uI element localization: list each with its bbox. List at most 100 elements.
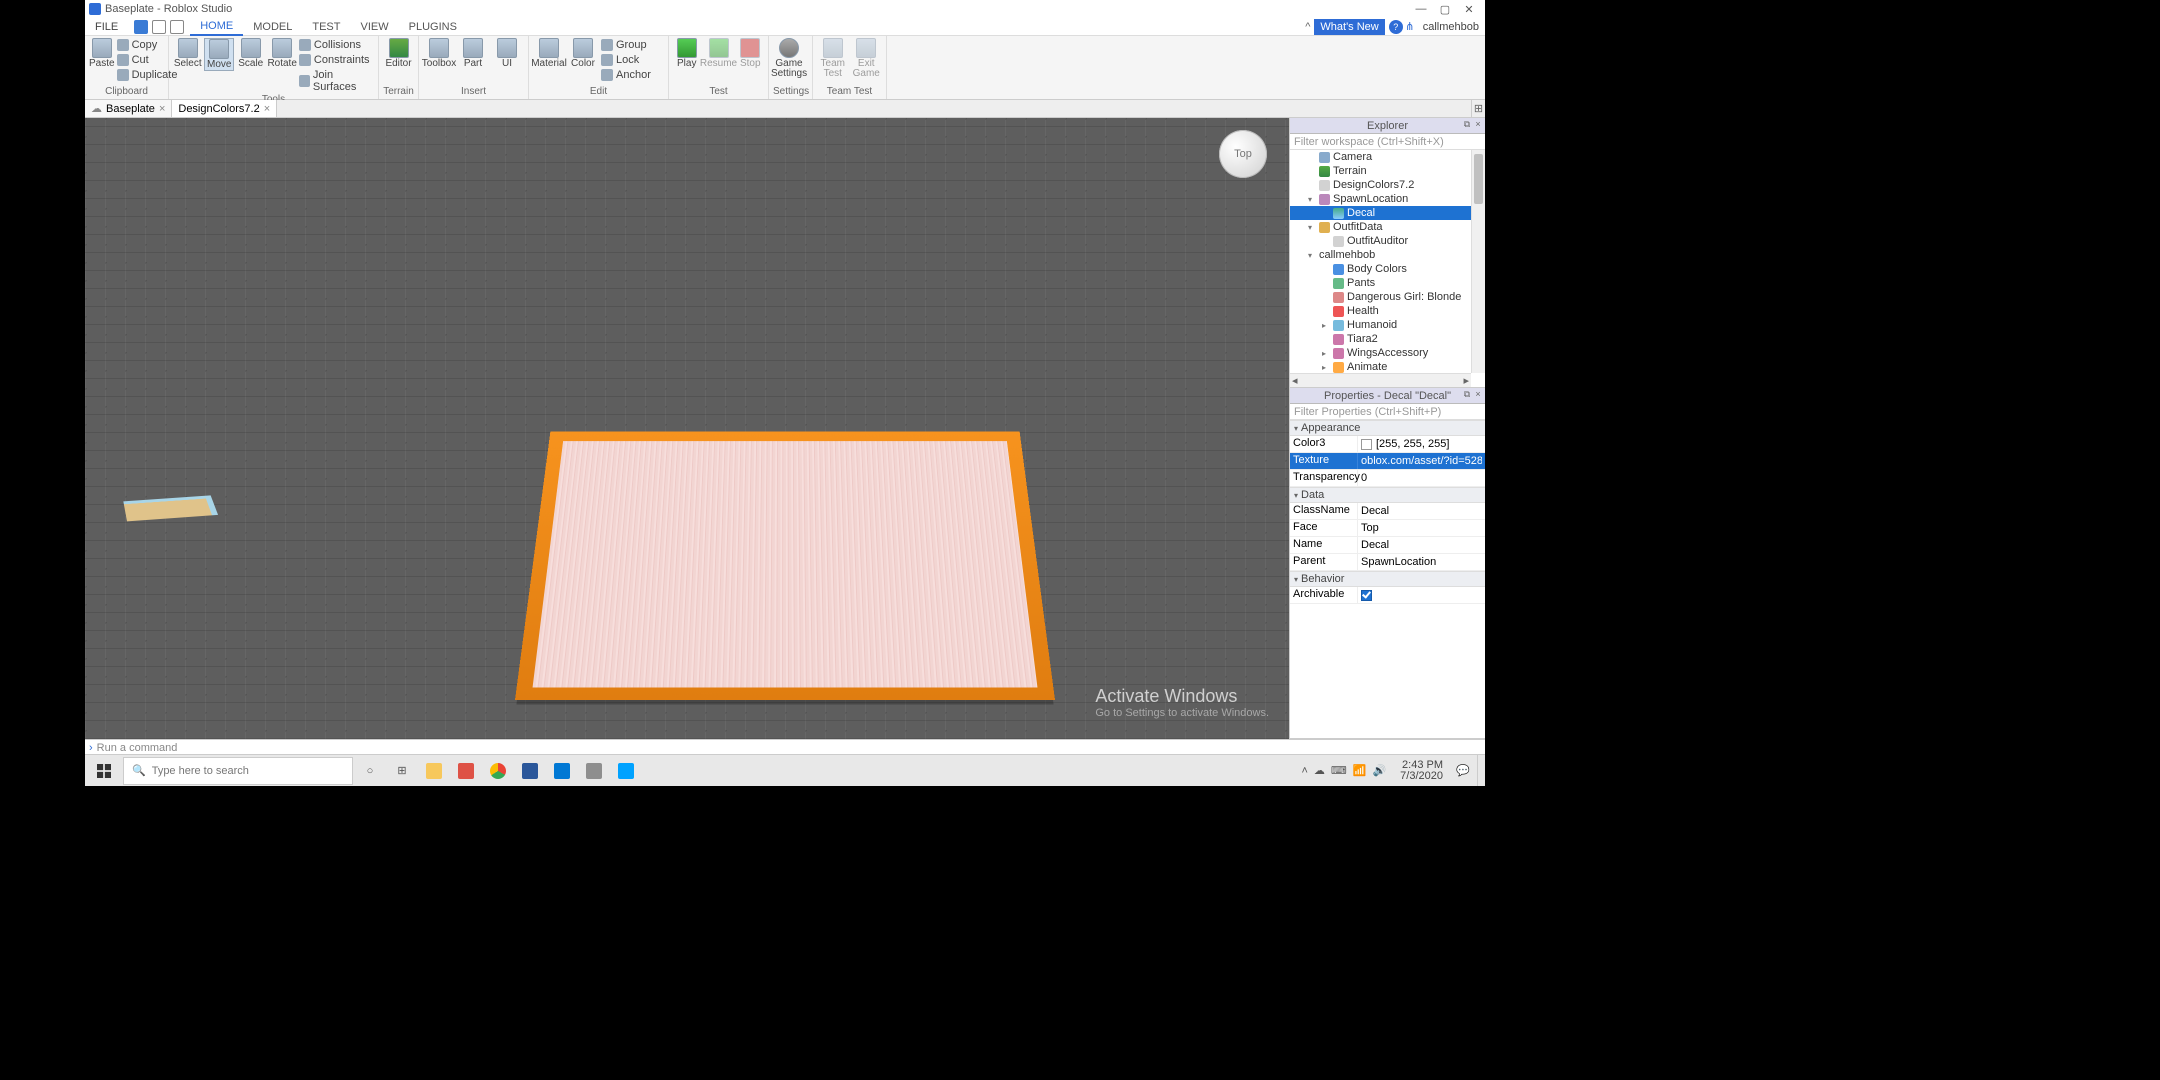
tree-item[interactable]: Terrain [1290, 164, 1485, 178]
exit-game-button[interactable]: Exit Game [851, 38, 883, 79]
tree-item[interactable]: Pants [1290, 276, 1485, 290]
start-button[interactable] [87, 757, 121, 785]
join-surfaces-toggle[interactable]: Join Surfaces [299, 68, 374, 94]
tray-wifi-icon[interactable]: 📶 [1353, 764, 1367, 777]
popout-icon[interactable]: ⧉ [1462, 119, 1472, 129]
tree-expand-icon[interactable]: ▾ [1308, 195, 1316, 204]
archivable-checkbox[interactable] [1361, 590, 1372, 601]
tree-expand-icon[interactable]: ▾ [1308, 223, 1316, 232]
spawn-location-part[interactable] [515, 432, 1055, 700]
popout-icon[interactable]: ⧉ [1462, 389, 1472, 399]
command-bar[interactable]: › Run a command [85, 739, 1485, 755]
close-tab-icon[interactable]: × [264, 103, 270, 115]
qat-undo-icon[interactable] [152, 20, 166, 34]
taskbar-clock[interactable]: 2:43 PM 7/3/2020 [1394, 760, 1449, 782]
color-button[interactable]: Color [567, 38, 599, 69]
prop-color3[interactable]: Color3 [255, 255, 255] [1290, 436, 1485, 453]
explorer-filter-input[interactable]: Filter workspace (Ctrl+Shift+X) [1290, 134, 1485, 150]
qat-redo-icon[interactable] [170, 20, 184, 34]
taskbar-app-word[interactable] [515, 757, 545, 785]
close-tab-icon[interactable]: × [159, 103, 165, 115]
tab-test[interactable]: TEST [302, 19, 350, 35]
explorer-vscrollbar[interactable] [1471, 150, 1485, 373]
game-settings-button[interactable]: Game Settings [773, 38, 805, 79]
explorer-header[interactable]: Explorer ⧉× [1290, 118, 1485, 134]
prop-classname[interactable]: ClassNameDecal [1290, 503, 1485, 520]
tray-onedrive-icon[interactable]: ☁ [1314, 764, 1325, 777]
ribbon-collapse-icon[interactable]: ^ [1305, 21, 1310, 33]
paste-button[interactable]: Paste [89, 38, 115, 69]
whats-new-button[interactable]: What's New [1314, 19, 1384, 35]
rotate-tool[interactable]: Rotate [267, 38, 296, 69]
qat-save-icon[interactable] [134, 20, 148, 34]
stop-button[interactable]: Stop [737, 38, 765, 69]
tree-item[interactable]: DesignColors7.2 [1290, 178, 1485, 192]
username-label[interactable]: callmehbob [1417, 21, 1485, 33]
lock-button[interactable]: Lock [601, 53, 651, 67]
tree-expand-icon[interactable]: ▸ [1322, 363, 1330, 372]
view-cube[interactable]: Top [1219, 130, 1267, 178]
taskbar-app-edge[interactable] [547, 757, 577, 785]
explorer-tree[interactable]: CameraTerrainDesignColors7.2▾SpawnLocati… [1290, 150, 1485, 387]
prop-category-appearance[interactable]: ▾Appearance [1290, 420, 1485, 436]
taskbar-app-unknown2[interactable] [579, 757, 609, 785]
tray-chevron-up-icon[interactable]: ˄ [1301, 765, 1307, 777]
file-menu[interactable]: FILE [85, 21, 128, 33]
part-button[interactable]: Part [457, 38, 489, 69]
tree-expand-icon[interactable]: ▸ [1322, 321, 1330, 330]
doctab-designcolors[interactable]: DesignColors7.2 × [172, 100, 277, 117]
taskbar-search[interactable]: 🔍 Type here to search [123, 757, 353, 785]
cortana-icon[interactable]: ○ [355, 757, 385, 785]
tree-item[interactable]: OutfitAuditor [1290, 234, 1485, 248]
show-desktop-button[interactable] [1477, 755, 1483, 786]
tree-item[interactable]: ▾SpawnLocation [1290, 192, 1485, 206]
tray-volume-icon[interactable]: 🔊 [1372, 764, 1386, 777]
tab-view[interactable]: VIEW [350, 19, 398, 35]
ui-button[interactable]: UI [491, 38, 523, 69]
help-icon[interactable]: ? [1389, 20, 1403, 34]
properties-header[interactable]: Properties - Decal "Decal" ⧉× [1290, 388, 1485, 404]
taskbar-app-roblox-studio[interactable] [611, 757, 641, 785]
scale-tool[interactable]: Scale [236, 38, 265, 69]
select-tool[interactable]: Select [173, 38, 202, 69]
prop-parent[interactable]: ParentSpawnLocation [1290, 554, 1485, 571]
group-button[interactable]: Group [601, 38, 651, 52]
action-center-icon[interactable]: 💬 [1451, 757, 1475, 785]
resume-button[interactable]: Resume [703, 38, 735, 69]
taskbar-app-unknown1[interactable] [451, 757, 481, 785]
maximize-viewport-icon[interactable]: ⊞ [1471, 100, 1485, 117]
terrain-editor-button[interactable]: Editor [383, 38, 414, 69]
prop-category-data[interactable]: ▾Data [1290, 487, 1485, 503]
explorer-hscrollbar[interactable]: ◂▸ [1290, 373, 1471, 387]
play-button[interactable]: Play [673, 38, 701, 69]
viewport-3d[interactable]: Top Activate Windows Go to Settings to a… [85, 118, 1289, 739]
taskbar-app-chrome[interactable] [483, 757, 513, 785]
tree-item[interactable]: Body Colors [1290, 262, 1485, 276]
prop-transparency[interactable]: Transparency 0 [1290, 470, 1485, 487]
window-close-button[interactable]: ✕ [1457, 3, 1481, 16]
doctab-baseplate[interactable]: ☁ Baseplate × [85, 100, 172, 117]
tree-item[interactable]: Health [1290, 304, 1485, 318]
character-model[interactable] [85, 458, 305, 578]
tree-item[interactable]: Dangerous Girl: Blonde [1290, 290, 1485, 304]
tree-item[interactable]: ▸WingsAccessory [1290, 346, 1485, 360]
collisions-toggle[interactable]: Collisions [299, 38, 374, 52]
prop-face[interactable]: FaceTop [1290, 520, 1485, 537]
texture-input[interactable] [1361, 455, 1482, 467]
taskbar-app-explorer[interactable] [419, 757, 449, 785]
tree-expand-icon[interactable]: ▸ [1322, 349, 1330, 358]
prop-category-behavior[interactable]: ▾Behavior [1290, 571, 1485, 587]
tab-plugins[interactable]: PLUGINS [399, 19, 467, 35]
tree-item[interactable]: ▾callmehbob [1290, 248, 1485, 262]
anchor-button[interactable]: Anchor [601, 68, 651, 82]
window-minimize-button[interactable]: — [1409, 3, 1433, 15]
close-panel-icon[interactable]: × [1473, 389, 1483, 399]
window-maximize-button[interactable]: ▢ [1433, 3, 1457, 16]
tree-item[interactable]: Decal [1290, 206, 1485, 220]
prop-name[interactable]: NameDecal [1290, 537, 1485, 554]
tab-model[interactable]: MODEL [243, 19, 302, 35]
tree-item[interactable]: ▸Animate [1290, 360, 1485, 374]
material-button[interactable]: Material [533, 38, 565, 69]
tree-item[interactable]: ▾OutfitData [1290, 220, 1485, 234]
tree-expand-icon[interactable]: ▾ [1308, 251, 1316, 260]
